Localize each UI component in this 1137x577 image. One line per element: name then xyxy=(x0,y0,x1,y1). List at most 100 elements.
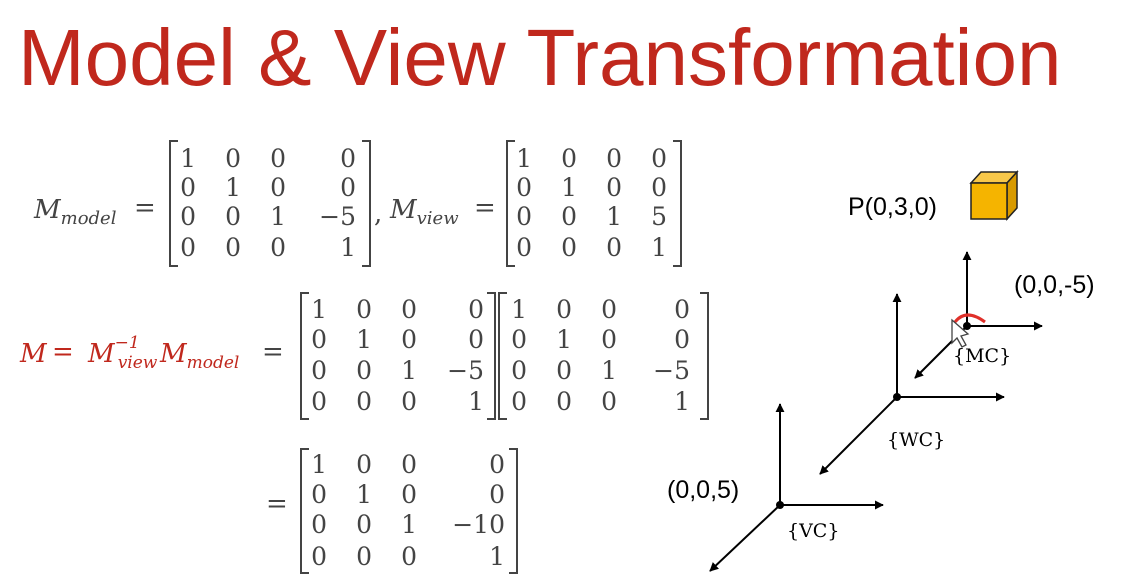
matrix-cell: 0 xyxy=(311,480,327,509)
matrix-cell: 0 xyxy=(651,173,667,202)
matrix-cell: 0 xyxy=(340,173,356,202)
matrix-cell: 1 xyxy=(356,325,372,354)
matrix-cell: 0 xyxy=(601,325,617,354)
matrix-cell: 0 xyxy=(561,233,577,262)
bracket-right xyxy=(487,292,496,420)
vc-label: {VC} xyxy=(787,520,839,542)
matrix-cell: 0 xyxy=(511,356,527,385)
matrix-cell: 0 xyxy=(311,387,327,416)
matrix-cell: 0 xyxy=(311,356,327,385)
matrix-cell: 0 xyxy=(606,144,622,173)
matrix-cell: 0 xyxy=(651,144,667,173)
model-matrix-cells: 1 0 0 00 1 0 00 0 1 −50 0 0 1 xyxy=(180,144,356,262)
matrix-cell: 0 xyxy=(270,173,286,202)
comma: , xyxy=(374,199,382,229)
matrix-cell: 0 xyxy=(556,356,572,385)
vc-origin xyxy=(776,501,784,509)
matrix-cell: 0 xyxy=(270,144,286,173)
matrix-cell: 1 xyxy=(180,144,196,173)
matrix-cell: 0 xyxy=(180,202,196,231)
matrix-cell: 0 xyxy=(516,202,532,231)
matrix-cell: 1 xyxy=(401,356,417,385)
coordinate-diagram: P(0,3,0) {MC} (0,0,-5) {WC} {VC} (0,0,5) xyxy=(667,170,1095,572)
rotation-arc xyxy=(953,313,986,324)
matrix-cell: 0 xyxy=(180,233,196,262)
matrix-cell: 0 xyxy=(401,480,417,509)
matrix-cell: 0 xyxy=(270,233,286,262)
wc-label: {WC} xyxy=(887,429,945,451)
matrix-cell: −10 xyxy=(452,510,505,539)
matrix-cell: 0 xyxy=(225,233,241,262)
matrix-cell: 1 xyxy=(489,542,505,571)
m-model-symbol: Mmodel xyxy=(159,339,239,373)
matrix-cell: 0 xyxy=(601,295,617,324)
matrix-cell: 0 xyxy=(356,542,372,571)
equation-model-view: Mmodel = 1 0 0 00 1 0 00 0 1 −50 0 0 1 , Mview = 100… xyxy=(33,140,682,267)
matrix-cell: 0 xyxy=(356,387,372,416)
matrix-cell: 1 xyxy=(311,450,327,479)
model-matrix: 1 0 0 00 1 0 00 0 1 −50 0 0 1 xyxy=(169,140,371,267)
matrix-cell: 0 xyxy=(401,295,417,324)
matrix-cell: 1 xyxy=(601,356,617,385)
model-matrix-2: 1 0 0 00 1 0 00 0 1 −50 0 0 1 xyxy=(498,292,709,420)
bracket-right xyxy=(673,140,682,267)
result-matrix-cells: 1 0 0 00 1 0 00 0 1 −100 0 0 1 xyxy=(311,450,505,571)
bracket-right xyxy=(362,140,371,267)
matrix-cell: −5 xyxy=(653,356,690,385)
equals-sign: = xyxy=(52,337,74,367)
matrix-cell: 0 xyxy=(356,295,372,324)
matrix-cell: 0 xyxy=(606,233,622,262)
vc-position-label: (0,0,5) xyxy=(667,476,739,504)
matrix-cell: 0 xyxy=(674,295,690,324)
model-matrix-2-cells: 1 0 0 00 1 0 00 0 1 −50 0 0 1 xyxy=(511,295,690,416)
matrix-cell: 0 xyxy=(511,325,527,354)
m-view-symbol: Mview xyxy=(389,195,459,229)
bracket-left xyxy=(506,140,515,267)
bracket-right xyxy=(509,448,518,574)
matrix-cell: 0 xyxy=(311,542,327,571)
bracket-right xyxy=(700,292,709,420)
matrix-cell: 0 xyxy=(356,356,372,385)
wc-origin xyxy=(893,393,901,401)
view-inverse-matrix: 1 0 0 00 1 0 00 0 1 −50 0 0 1 xyxy=(300,292,496,420)
matrix-cell: 1 xyxy=(511,295,527,324)
matrix-cell: 1 xyxy=(468,387,484,416)
matrix-cell: 1 xyxy=(556,325,572,354)
matrix-cell: 0 xyxy=(401,387,417,416)
matrix-cell: 0 xyxy=(180,173,196,202)
bracket-left xyxy=(498,292,507,420)
equation-result: = 1 0 0 00 1 0 00 0 1 −100 0 0 1 xyxy=(266,448,518,574)
matrix-cell: 1 xyxy=(270,202,286,231)
matrix-cell: 0 xyxy=(489,480,505,509)
m-symbol: M xyxy=(19,339,48,369)
point-label: P(0,3,0) xyxy=(848,193,937,221)
matrix-cell: 1 xyxy=(561,173,577,202)
equals-sign: = xyxy=(474,193,496,223)
matrix-cell: 1 xyxy=(651,233,667,262)
mc-label: {MC} xyxy=(953,345,1011,367)
bracket-left xyxy=(300,448,309,574)
matrix-cell: 1 xyxy=(340,233,356,262)
matrix-cell: 0 xyxy=(401,325,417,354)
equals-sign: = xyxy=(262,337,284,367)
matrix-cell: 1 xyxy=(401,510,417,539)
matrix-cell: 0 xyxy=(311,325,327,354)
matrix-cell: 0 xyxy=(511,387,527,416)
matrix-cell: 0 xyxy=(561,202,577,231)
view-matrix: 1 0 0 00 1 0 00 0 1 50 0 0 1 xyxy=(506,140,682,267)
view-inverse-matrix-cells: 1 0 0 00 1 0 00 0 1 −50 0 0 1 xyxy=(311,295,484,416)
matrix-cell: 0 xyxy=(225,144,241,173)
equation-composite: M = M−1 view Mmodel = 1 0 0 00 1 0 00 0 1 −50 0 0 1 1… xyxy=(19,292,709,420)
matrix-cell: 0 xyxy=(225,202,241,231)
matrix-cell: 0 xyxy=(561,144,577,173)
matrix-cell: 0 xyxy=(468,295,484,324)
result-matrix: 1 0 0 00 1 0 00 0 1 −100 0 0 1 xyxy=(300,448,518,574)
matrix-cell: −5 xyxy=(319,202,356,231)
matrix-cell: 0 xyxy=(401,542,417,571)
m-model-symbol: Mmodel xyxy=(33,195,117,229)
matrix-cell: 1 xyxy=(674,387,690,416)
matrix-cell: 1 xyxy=(356,480,372,509)
slide: Model & View Transformation Mmodel = 100… xyxy=(0,0,1137,577)
equals-sign: = xyxy=(266,489,288,519)
matrix-cell: 0 xyxy=(516,173,532,202)
